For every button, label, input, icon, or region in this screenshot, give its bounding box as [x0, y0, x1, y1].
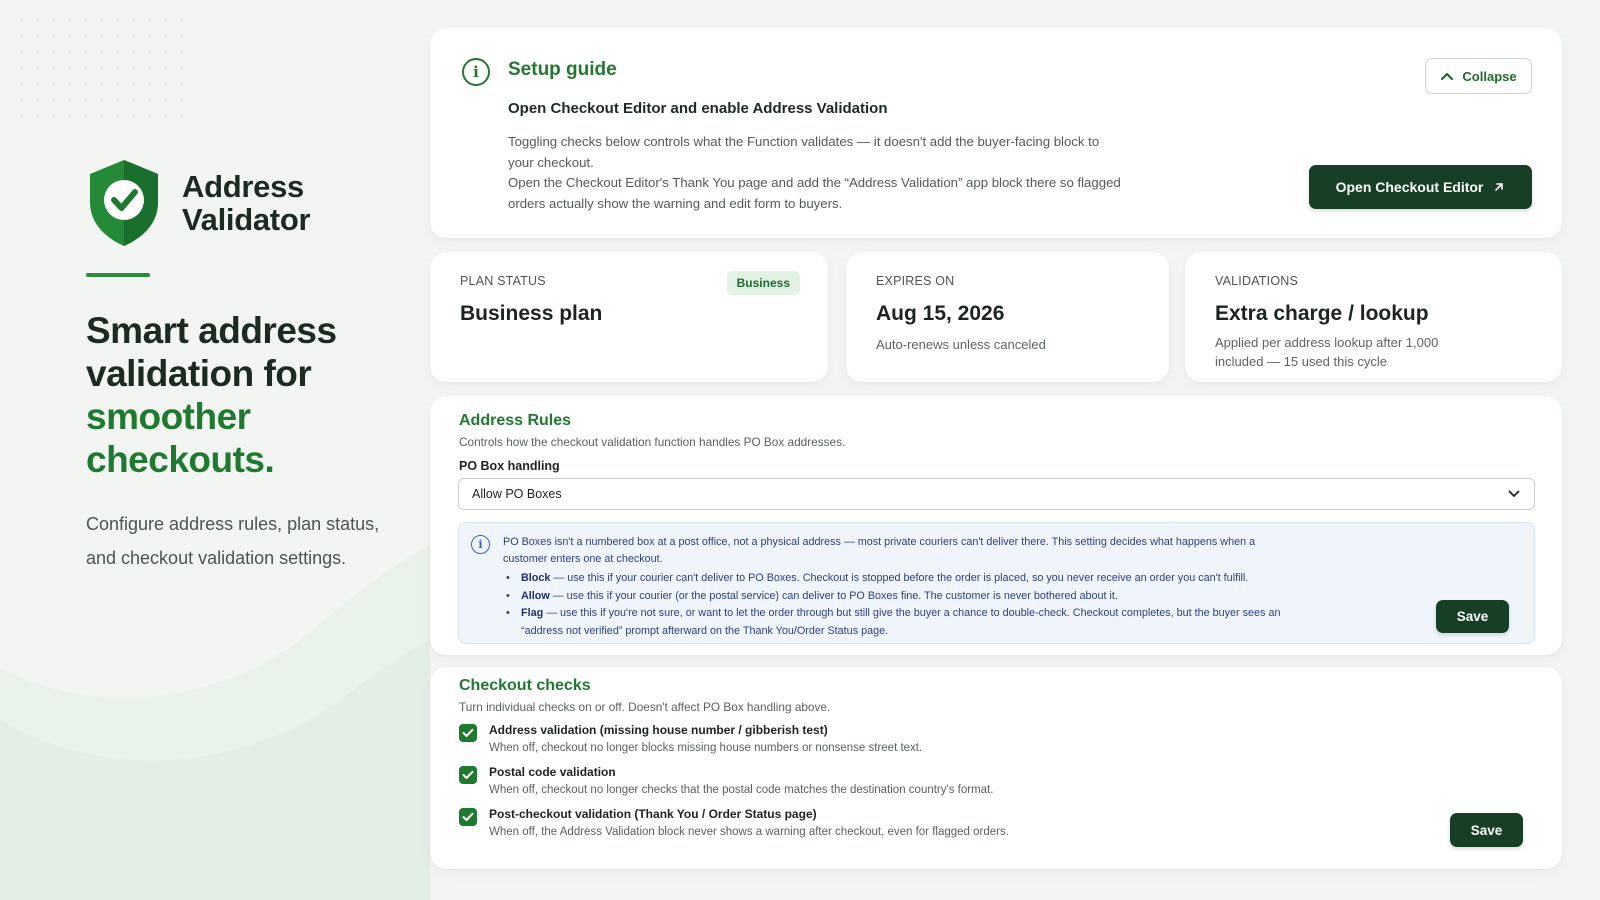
brand-name-line1: Address	[182, 169, 304, 204]
address-rules-title: Address Rules	[459, 412, 572, 429]
setup-guide-paragraph-1: Toggling checks below controls what the …	[508, 134, 1100, 170]
option-name-allow: Allow	[521, 589, 550, 602]
info-icon: i	[471, 535, 490, 554]
open-checkout-editor-button[interactable]: Open Checkout Editor	[1309, 165, 1532, 209]
checkmark-icon	[462, 812, 474, 821]
setup-guide-paragraph-2: Open the Checkout Editor's Thank You pag…	[508, 175, 1121, 211]
validations-label: VALIDATIONS	[1215, 274, 1299, 288]
check-item-postal-code: Postal code validation When off, checkou…	[459, 765, 993, 796]
expires-note: Auto-renews unless canceled	[876, 337, 1046, 352]
option-name-block: Block	[521, 572, 551, 584]
plan-badge: Business	[726, 271, 800, 295]
option-text-flag: — use this if you're not sure, or want t…	[521, 607, 1281, 637]
option-name-flag: Flag	[521, 607, 544, 619]
plan-status-value: Business plan	[460, 302, 603, 325]
setup-guide-body: Toggling checks below controls what the …	[508, 132, 1128, 214]
address-rules-card: Address Rules Controls how the checkout …	[430, 396, 1562, 655]
address-validation-checkbox[interactable]	[459, 724, 477, 742]
checkout-checks-title: Checkout checks	[459, 677, 591, 694]
option-help-allow: Allow — use this if your courier (or the…	[503, 588, 1293, 606]
logo-row: Address Validator	[86, 158, 386, 248]
tagline: Configure address rules, plan status, an…	[86, 514, 380, 568]
po-box-info-text: PO Boxes isn't a numbered box at a post …	[503, 536, 1256, 565]
post-checkout-checkbox[interactable]	[459, 808, 477, 826]
headline-accent-line2: checkouts.	[86, 439, 275, 480]
expires-value: Aug 15, 2026	[876, 302, 1005, 325]
shield-check-icon	[90, 160, 158, 246]
check-title: Address validation (missing house number…	[489, 723, 828, 737]
brand-name-line2: Validator	[182, 202, 311, 237]
po-box-options-list: Block — use this if your courier can't d…	[503, 570, 1293, 640]
check-item-post-checkout: Post-checkout validation (Thank You / Or…	[459, 807, 1009, 838]
save-checkout-checks-button[interactable]: Save	[1450, 813, 1523, 847]
validations-card: VALIDATIONS Extra charge / lookup Applie…	[1185, 252, 1562, 382]
headline-line1: Smart address	[86, 310, 337, 351]
expires-card: EXPIRES ON Aug 15, 2026 Auto-renews unle…	[846, 252, 1169, 382]
option-text-block: — use this if your courier can't deliver…	[553, 572, 1249, 584]
setup-guide-subtitle: Open Checkout Editor and enable Address …	[508, 100, 888, 117]
plan-status-label: PLAN STATUS	[460, 274, 546, 288]
open-checkout-editor-label: Open Checkout Editor	[1335, 179, 1484, 195]
po-box-handling-selected: Allow PO Boxes	[472, 487, 562, 501]
option-help-flag: Flag — use this if you're not sure, or w…	[503, 605, 1293, 640]
po-box-info-box: i PO Boxes isn't a numbered box at a pos…	[458, 522, 1535, 644]
checkmark-icon	[462, 770, 474, 779]
check-title: Post-checkout validation (Thank You / Or…	[489, 807, 817, 821]
validations-note: Applied per address lookup after 1,000 i…	[1215, 335, 1439, 369]
plan-status-card: PLAN STATUS Business Business plan	[430, 252, 828, 382]
expires-label: EXPIRES ON	[876, 274, 955, 288]
validations-value: Extra charge / lookup	[1215, 302, 1429, 325]
po-box-handling-select[interactable]: Allow PO Boxes	[458, 478, 1535, 510]
setup-guide-title: Setup guide	[508, 59, 617, 80]
headline: Smart address validation for smoother ch…	[86, 309, 386, 481]
brand-name: Address Validator	[182, 169, 311, 237]
headline-accent-line1: smoother	[86, 396, 251, 437]
check-description: When off, checkout no longer blocks miss…	[489, 742, 923, 754]
check-title: Postal code validation	[489, 765, 616, 779]
headline-line2: validation for	[86, 353, 312, 394]
option-help-block: Block — use this if your courier can't d…	[503, 570, 1293, 588]
brand-panel: Address Validator Smart address validati…	[86, 158, 386, 575]
option-text-allow: — use this if your courier (or the posta…	[552, 589, 1118, 602]
chevron-down-icon	[1508, 490, 1520, 497]
po-box-handling-label: PO Box handling	[459, 459, 560, 473]
checkout-checks-description: Turn individual checks on or off. Doesn'…	[459, 700, 831, 714]
info-icon: i	[462, 58, 490, 86]
chevron-up-icon	[1441, 72, 1454, 81]
check-item-address-validation: Address validation (missing house number…	[459, 723, 922, 754]
checkout-checks-card: Checkout checks Turn individual checks o…	[430, 667, 1562, 869]
brand-divider	[86, 273, 150, 277]
address-rules-description: Controls how the checkout validation fun…	[459, 435, 846, 449]
check-description: When off, the Address Validation block n…	[489, 826, 1009, 838]
collapse-label: Collapse	[1462, 68, 1517, 84]
collapse-button[interactable]: Collapse	[1425, 58, 1532, 94]
check-description: When off, checkout no longer checks that…	[489, 784, 994, 796]
postal-code-checkbox[interactable]	[459, 766, 477, 784]
save-address-rules-button[interactable]: Save	[1436, 600, 1509, 633]
external-link-icon	[1495, 183, 1504, 191]
checkmark-icon	[462, 728, 474, 737]
setup-guide-card: i Setup guide Open Checkout Editor and e…	[430, 28, 1562, 238]
